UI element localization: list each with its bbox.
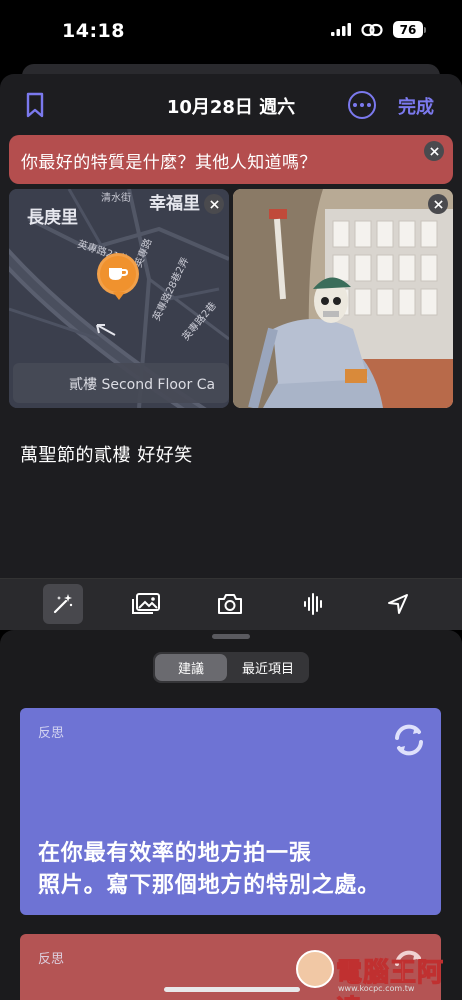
- tab-recent[interactable]: 最近項目: [229, 654, 307, 681]
- navigation-arrow-icon: [96, 324, 116, 336]
- location-arrow-icon: [388, 594, 408, 614]
- cafe-pin-icon: [97, 253, 139, 295]
- watermark-url: www.kocpc.com.tw: [338, 984, 415, 993]
- camera-button[interactable]: [210, 584, 250, 624]
- photo-library-button[interactable]: [126, 584, 166, 624]
- suggestions-segmented-control: 建議 最近項目: [153, 652, 309, 683]
- prompt-banner: 你最好的特質是什麼？其他人知道嗎？: [9, 135, 453, 184]
- battery-level: 76: [393, 21, 423, 38]
- suggestions-button[interactable]: [43, 584, 83, 624]
- photo-attachment[interactable]: [233, 189, 453, 408]
- suggestion-line: 照片。寫下那個地方的特別之處。: [38, 873, 381, 898]
- close-icon: [429, 146, 439, 156]
- close-icon: [209, 199, 219, 209]
- pin-tail: [113, 292, 125, 300]
- map-place-caption: 貳樓 Second Floor Ca: [13, 363, 229, 403]
- close-prompt-button[interactable]: [424, 141, 444, 161]
- suggestion-text: 在你最有效率的地方拍一張 照片。寫下那個地方的特別之處。: [38, 838, 380, 902]
- link-icon: [361, 23, 383, 36]
- more-options-button[interactable]: [348, 91, 376, 119]
- nav-bar: 10月28日 週六 完成: [0, 84, 462, 124]
- magic-wand-icon: [53, 594, 73, 614]
- location-button[interactable]: [378, 584, 418, 624]
- home-indicator[interactable]: [164, 987, 300, 992]
- done-button[interactable]: 完成: [398, 93, 434, 119]
- status-time: 14:18: [62, 20, 125, 42]
- entry-date-title: 10月28日 週六: [166, 97, 296, 118]
- watermark-logo: 電腦王阿達 www.kocpc.com.tw: [296, 944, 456, 1000]
- remove-photo-button[interactable]: [428, 194, 448, 214]
- photo-library-icon: [132, 593, 160, 614]
- map-attachment[interactable]: 長庚里 幸福里 清水街 英專路21巷 英專路 英專路28巷2弄 英專路2巷 貳樓…: [9, 189, 229, 408]
- suggestion-tag: 反思: [38, 726, 65, 741]
- status-bar: 14:18 76: [0, 0, 462, 62]
- suggestion-tag: 反思: [38, 952, 65, 967]
- suggestion-line: 在你最有效率的地方拍一張: [38, 841, 312, 866]
- map-street-label: 清水街: [101, 193, 131, 204]
- panel-grabber[interactable]: [212, 634, 250, 639]
- battery-icon: 76: [393, 21, 426, 38]
- map-place-label: 長庚里: [27, 208, 78, 228]
- map-place-label: 幸福里: [149, 194, 200, 214]
- close-icon: [433, 199, 443, 209]
- camera-icon: [218, 594, 242, 614]
- attachment-toolbar: [0, 578, 462, 630]
- entry-body-text[interactable]: 萬聖節的貳樓 好好笑: [20, 441, 193, 467]
- halloween-skeleton-photo: [233, 189, 453, 408]
- audio-waveform-icon: [304, 593, 322, 615]
- status-icons: 76: [331, 21, 426, 38]
- cellular-signal-icon: [331, 23, 351, 36]
- refresh-icon[interactable]: [389, 720, 429, 764]
- prompt-text: 你最好的特質是什麼？其他人知道嗎？: [21, 153, 317, 173]
- tab-suggestions[interactable]: 建議: [155, 654, 227, 681]
- suggestion-card[interactable]: 反思 在你最有效率的地方拍一張 照片。寫下那個地方的特別之處。: [20, 708, 441, 915]
- audio-record-button[interactable]: [294, 584, 334, 624]
- remove-map-button[interactable]: [204, 194, 224, 214]
- mascot-face-icon: [296, 950, 334, 988]
